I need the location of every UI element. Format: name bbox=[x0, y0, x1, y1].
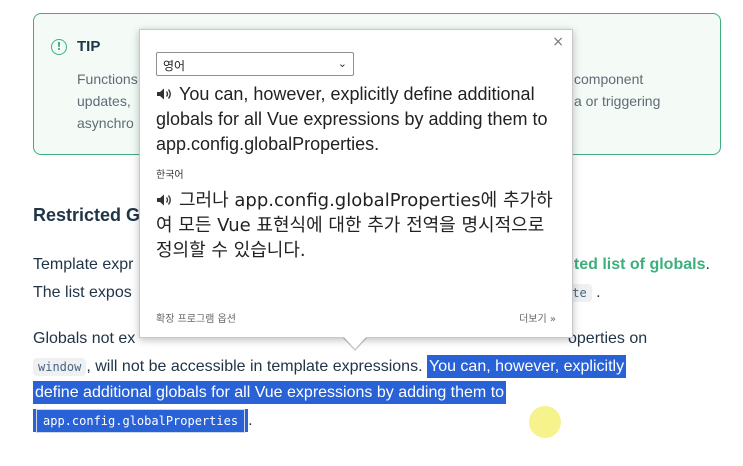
translation-popup: × 영어 ⌄ You can, however, explicitly defi… bbox=[139, 29, 573, 338]
paragraph-1-line-1-left: Template expr bbox=[33, 256, 134, 273]
source-language-value: 영어 bbox=[163, 59, 186, 73]
speaker-icon[interactable] bbox=[156, 87, 174, 101]
paragraph-2-line-1-right: operties on bbox=[568, 330, 648, 347]
speaker-icon[interactable] bbox=[156, 193, 174, 207]
tip-text-line1-left: Functions bbox=[77, 71, 138, 87]
window-code: window bbox=[33, 358, 87, 376]
extension-options-link[interactable]: 확장 프로그램 옵션 bbox=[156, 310, 236, 325]
section-heading: Restricted G bbox=[33, 205, 141, 225]
target-language-label: 한국어 bbox=[156, 170, 184, 181]
cursor-highlight bbox=[529, 406, 561, 438]
paragraph-2-line-4: app.config.globalProperties. bbox=[33, 409, 253, 433]
source-language-select[interactable]: 영어 ⌄ bbox=[156, 52, 354, 76]
restricted-globals-link[interactable]: cted list of globals bbox=[565, 256, 705, 273]
tip-text-line1-right: component bbox=[574, 71, 644, 87]
popup-arrow-inner bbox=[343, 336, 367, 349]
tip-text-line2-right: a or triggering bbox=[574, 93, 661, 109]
source-text: You can, however, explicitly define addi… bbox=[156, 84, 548, 154]
tip-title: TIP bbox=[77, 38, 101, 55]
tip-text-line2-left: updates, bbox=[77, 93, 131, 109]
paragraph-1-line-2-left: The list expos bbox=[33, 284, 132, 301]
info-icon: ! bbox=[51, 39, 67, 55]
selected-text-line-1[interactable]: You can, however, explicitly bbox=[426, 355, 627, 378]
paragraph-2-line-3: define additional globals for all Vue ex… bbox=[33, 381, 507, 404]
close-icon[interactable]: × bbox=[552, 34, 564, 50]
paragraph-2-line-2: window, will not be accessible in templa… bbox=[33, 355, 627, 378]
tip-text-line3-left: asynchro bbox=[77, 115, 134, 131]
global-properties-code[interactable]: app.config.globalProperties bbox=[35, 409, 246, 433]
paragraph-2-line-1-left: Globals not ex bbox=[33, 330, 136, 347]
more-link[interactable]: 더보기 » bbox=[519, 310, 556, 325]
chevron-down-icon: ⌄ bbox=[337, 57, 347, 70]
translated-text: 그러나 app.config.globalProperties에 추가하여 모든… bbox=[156, 190, 553, 261]
paragraph-1-line-1-right: cted list of globals. bbox=[565, 256, 710, 273]
selected-text-line-2[interactable]: define additional globals for all Vue ex… bbox=[33, 381, 507, 404]
